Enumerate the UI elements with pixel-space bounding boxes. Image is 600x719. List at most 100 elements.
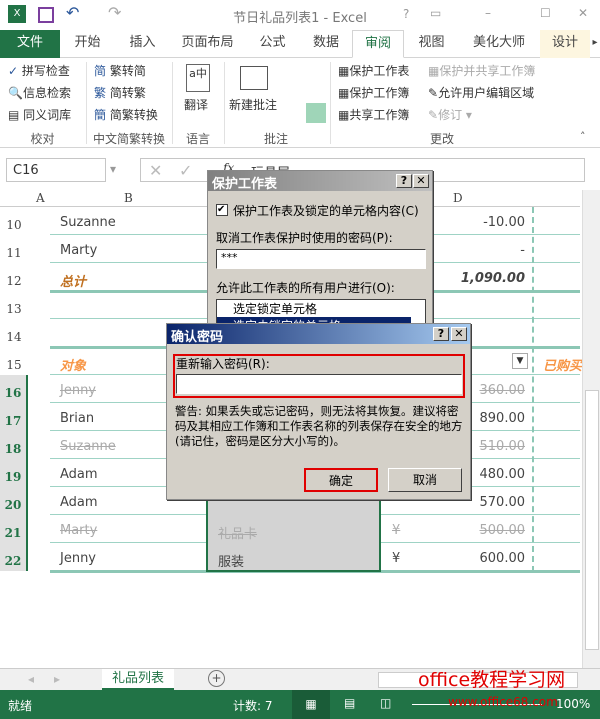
- row-header[interactable]: 20: [0, 487, 28, 515]
- ok-button[interactable]: 确定: [304, 468, 378, 492]
- help-button[interactable]: ?: [403, 7, 409, 21]
- amount-cell[interactable]: 480.00: [480, 467, 526, 482]
- thesaurus-button[interactable]: ▤ 同义词库: [8, 106, 71, 123]
- tab-beautify[interactable]: 美化大师: [459, 30, 539, 58]
- protect-share-button[interactable]: ▦保护并共享工作簿: [428, 62, 535, 79]
- name-cell[interactable]: Brian: [60, 411, 94, 426]
- row-header[interactable]: 22: [0, 543, 28, 571]
- title-bar: X ↶ ↷ 节日礼品列表1 - Excel ? ▭ – ☐ ✕: [0, 0, 600, 30]
- tab-review[interactable]: 审阅: [352, 30, 404, 58]
- name-cell[interactable]: Suzanne: [60, 215, 116, 230]
- amount-cell[interactable]: 600.00: [480, 551, 526, 566]
- row-header[interactable]: 12: [0, 263, 28, 291]
- scroll-left-icon[interactable]: ◂: [28, 672, 34, 686]
- row-header[interactable]: 18: [0, 431, 28, 459]
- row-header[interactable]: 13: [0, 291, 28, 319]
- share-workbook-button[interactable]: ▦共享工作簿: [338, 106, 409, 123]
- zoom-level[interactable]: 100%: [556, 697, 590, 711]
- amount-cell[interactable]: 890.00: [480, 411, 526, 426]
- item-cell[interactable]: 服装: [218, 551, 244, 570]
- normal-view-icon[interactable]: ▦: [292, 690, 330, 719]
- name-cell[interactable]: Adam: [60, 495, 98, 510]
- row-header[interactable]: 11: [0, 235, 28, 263]
- allow-edit-ranges-button[interactable]: ✎允许用户编辑区域: [428, 84, 534, 101]
- protect-workbook-button[interactable]: ▦保护工作簿: [338, 84, 409, 101]
- ribbon-display-button[interactable]: ▭: [430, 6, 441, 20]
- amount-cell[interactable]: 500.00: [480, 523, 526, 538]
- row-header[interactable]: 10: [0, 207, 28, 235]
- vertical-scrollbar[interactable]: [582, 190, 600, 668]
- name-cell[interactable]: Suzanne: [60, 439, 116, 454]
- spell-check-button[interactable]: ✓ 拼写检查: [8, 62, 70, 79]
- row-header[interactable]: 21: [0, 515, 28, 543]
- collapse-ribbon-icon[interactable]: ˄: [580, 130, 586, 143]
- name-box-dropdown-icon[interactable]: ▾: [110, 162, 116, 176]
- add-sheet-button[interactable]: +: [208, 670, 225, 687]
- column-header-d[interactable]: D: [453, 191, 463, 205]
- protect-checkbox[interactable]: ✔: [216, 204, 228, 216]
- research-button[interactable]: 🔍信息检索: [8, 84, 71, 101]
- tab-formulas[interactable]: 公式: [245, 30, 300, 58]
- help-button[interactable]: ?: [396, 174, 412, 188]
- reenter-password-input[interactable]: [176, 374, 462, 394]
- cancel-icon[interactable]: ✕: [149, 161, 162, 180]
- name-cell[interactable]: Marty: [60, 243, 97, 258]
- sheet-tab-gift-list[interactable]: 礼品列表: [102, 669, 174, 690]
- name-box[interactable]: C16: [6, 158, 106, 182]
- close-button[interactable]: ✕: [578, 6, 588, 20]
- cancel-button[interactable]: 取消: [388, 468, 462, 492]
- scrollbar-thumb[interactable]: [585, 390, 599, 650]
- minimize-button[interactable]: –: [485, 6, 491, 20]
- list-item[interactable]: 选定锁定单元格: [217, 300, 425, 317]
- page-layout-view-icon[interactable]: ▤: [344, 696, 355, 710]
- protect-sheet-button[interactable]: ▦保护工作表: [338, 62, 409, 79]
- tabs-scroll-right[interactable]: ▸: [590, 30, 600, 58]
- tab-page-layout[interactable]: 页面布局: [170, 30, 245, 58]
- trad-to-simp-button[interactable]: 简 繁转简: [94, 62, 146, 79]
- name-cell[interactable]: 总计: [60, 271, 86, 290]
- show-ink-button[interactable]: [306, 103, 326, 123]
- header-cell[interactable]: 已购买: [543, 355, 582, 374]
- row-header[interactable]: 16: [0, 375, 28, 403]
- close-button[interactable]: ✕: [413, 174, 429, 188]
- row-header[interactable]: 19: [0, 459, 28, 487]
- amount-cell[interactable]: 570.00: [480, 495, 526, 510]
- name-cell[interactable]: Adam: [60, 467, 98, 482]
- row-header[interactable]: 15: [0, 347, 28, 375]
- help-button[interactable]: ?: [433, 327, 449, 341]
- tab-design[interactable]: 设计: [540, 30, 590, 58]
- item-cell[interactable]: 礼品卡: [218, 523, 257, 542]
- maximize-button[interactable]: ☐: [540, 6, 551, 20]
- row-header[interactable]: 17: [0, 403, 28, 431]
- new-comment-button[interactable]: 新建批注: [229, 96, 277, 113]
- tab-file[interactable]: 文件: [0, 30, 60, 58]
- scroll-right-icon[interactable]: ▸: [54, 672, 60, 686]
- password-input[interactable]: ***: [216, 249, 426, 269]
- chinese-conversion-button[interactable]: 簡 简繁转换: [94, 106, 158, 123]
- name-cell[interactable]: Jenny: [60, 383, 96, 398]
- simp-to-trad-button[interactable]: 繁 简转繁: [94, 84, 146, 101]
- column-header-b[interactable]: B: [124, 191, 133, 205]
- name-cell[interactable]: Marty: [60, 523, 97, 538]
- amount-cell[interactable]: -: [520, 243, 525, 258]
- tab-view[interactable]: 视图: [404, 30, 459, 58]
- tab-data[interactable]: 数据: [300, 30, 352, 58]
- row-header[interactable]: 14: [0, 319, 28, 347]
- translate-button[interactable]: 翻译: [184, 96, 208, 113]
- page-break-view-icon[interactable]: ◫: [380, 696, 391, 710]
- column-header-a[interactable]: A: [36, 191, 45, 205]
- close-button[interactable]: ✕: [451, 327, 467, 341]
- name-cell[interactable]: Jenny: [60, 551, 96, 566]
- amount-cell[interactable]: 510.00: [480, 439, 526, 454]
- filter-dropdown-icon[interactable]: ▼: [512, 353, 528, 369]
- name-cell[interactable]: 对象: [60, 355, 86, 374]
- tab-insert[interactable]: 插入: [115, 30, 170, 58]
- amount-cell[interactable]: 1,090.00: [461, 271, 525, 286]
- track-changes-button[interactable]: ✎修订 ▾: [428, 106, 472, 123]
- tab-home[interactable]: 开始: [60, 30, 115, 58]
- amount-cell[interactable]: -10.00: [483, 215, 525, 230]
- password-label: 取消工作表保护时使用的密码(P):: [216, 231, 393, 245]
- amount-cell[interactable]: 360.00: [480, 383, 526, 398]
- sheet-tab-bar: ◂ ▸ 礼品列表 + office教程学习网: [0, 668, 600, 691]
- enter-icon[interactable]: ✓: [179, 161, 192, 180]
